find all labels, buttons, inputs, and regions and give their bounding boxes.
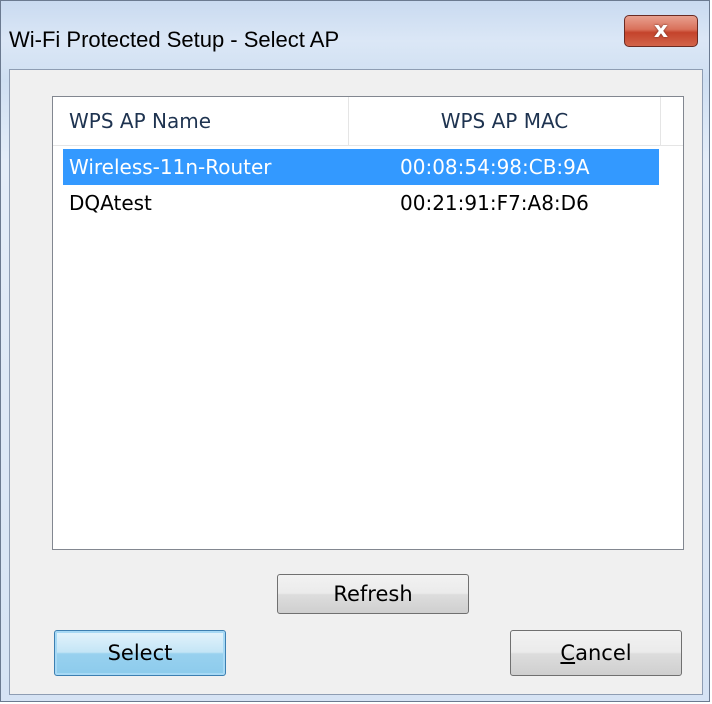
list-row[interactable]: DQAtest 00:21:91:F7:A8:D6 bbox=[63, 185, 659, 221]
cancel-accelerator-key: C bbox=[560, 641, 576, 665]
wps-ap-list[interactable]: WPS AP Name WPS AP MAC Wireless-11n-Rout… bbox=[52, 96, 684, 550]
list-row-selected[interactable]: Wireless-11n-Router 00:08:54:98:CB:9A bbox=[63, 149, 659, 185]
cancel-label-rest: ancel bbox=[575, 641, 632, 665]
window-title: Wi-Fi Protected Setup - Select AP bbox=[9, 27, 340, 52]
ap-name-cell: DQAtest bbox=[69, 191, 152, 215]
title-bar[interactable]: Wi-Fi Protected Setup - Select AP x bbox=[1, 1, 709, 69]
close-icon: x bbox=[653, 18, 669, 43]
dialog-window: Wi-Fi Protected Setup - Select AP x WPS … bbox=[0, 0, 710, 702]
cancel-button[interactable]: Cancel bbox=[510, 630, 682, 676]
column-header-ap-name[interactable]: WPS AP Name bbox=[53, 97, 349, 145]
ap-mac-cell: 00:08:54:98:CB:9A bbox=[400, 155, 590, 179]
ap-mac-cell: 00:21:91:F7:A8:D6 bbox=[400, 191, 589, 215]
list-header: WPS AP Name WPS AP MAC bbox=[53, 97, 683, 146]
refresh-button[interactable]: Refresh bbox=[277, 574, 469, 614]
dialog-client-area: WPS AP Name WPS AP MAC Wireless-11n-Rout… bbox=[9, 69, 703, 695]
select-button[interactable]: Select bbox=[54, 630, 226, 676]
column-header-ap-mac[interactable]: WPS AP MAC bbox=[349, 97, 661, 145]
close-button[interactable]: x bbox=[624, 15, 698, 47]
ap-name-cell: Wireless-11n-Router bbox=[69, 155, 272, 179]
